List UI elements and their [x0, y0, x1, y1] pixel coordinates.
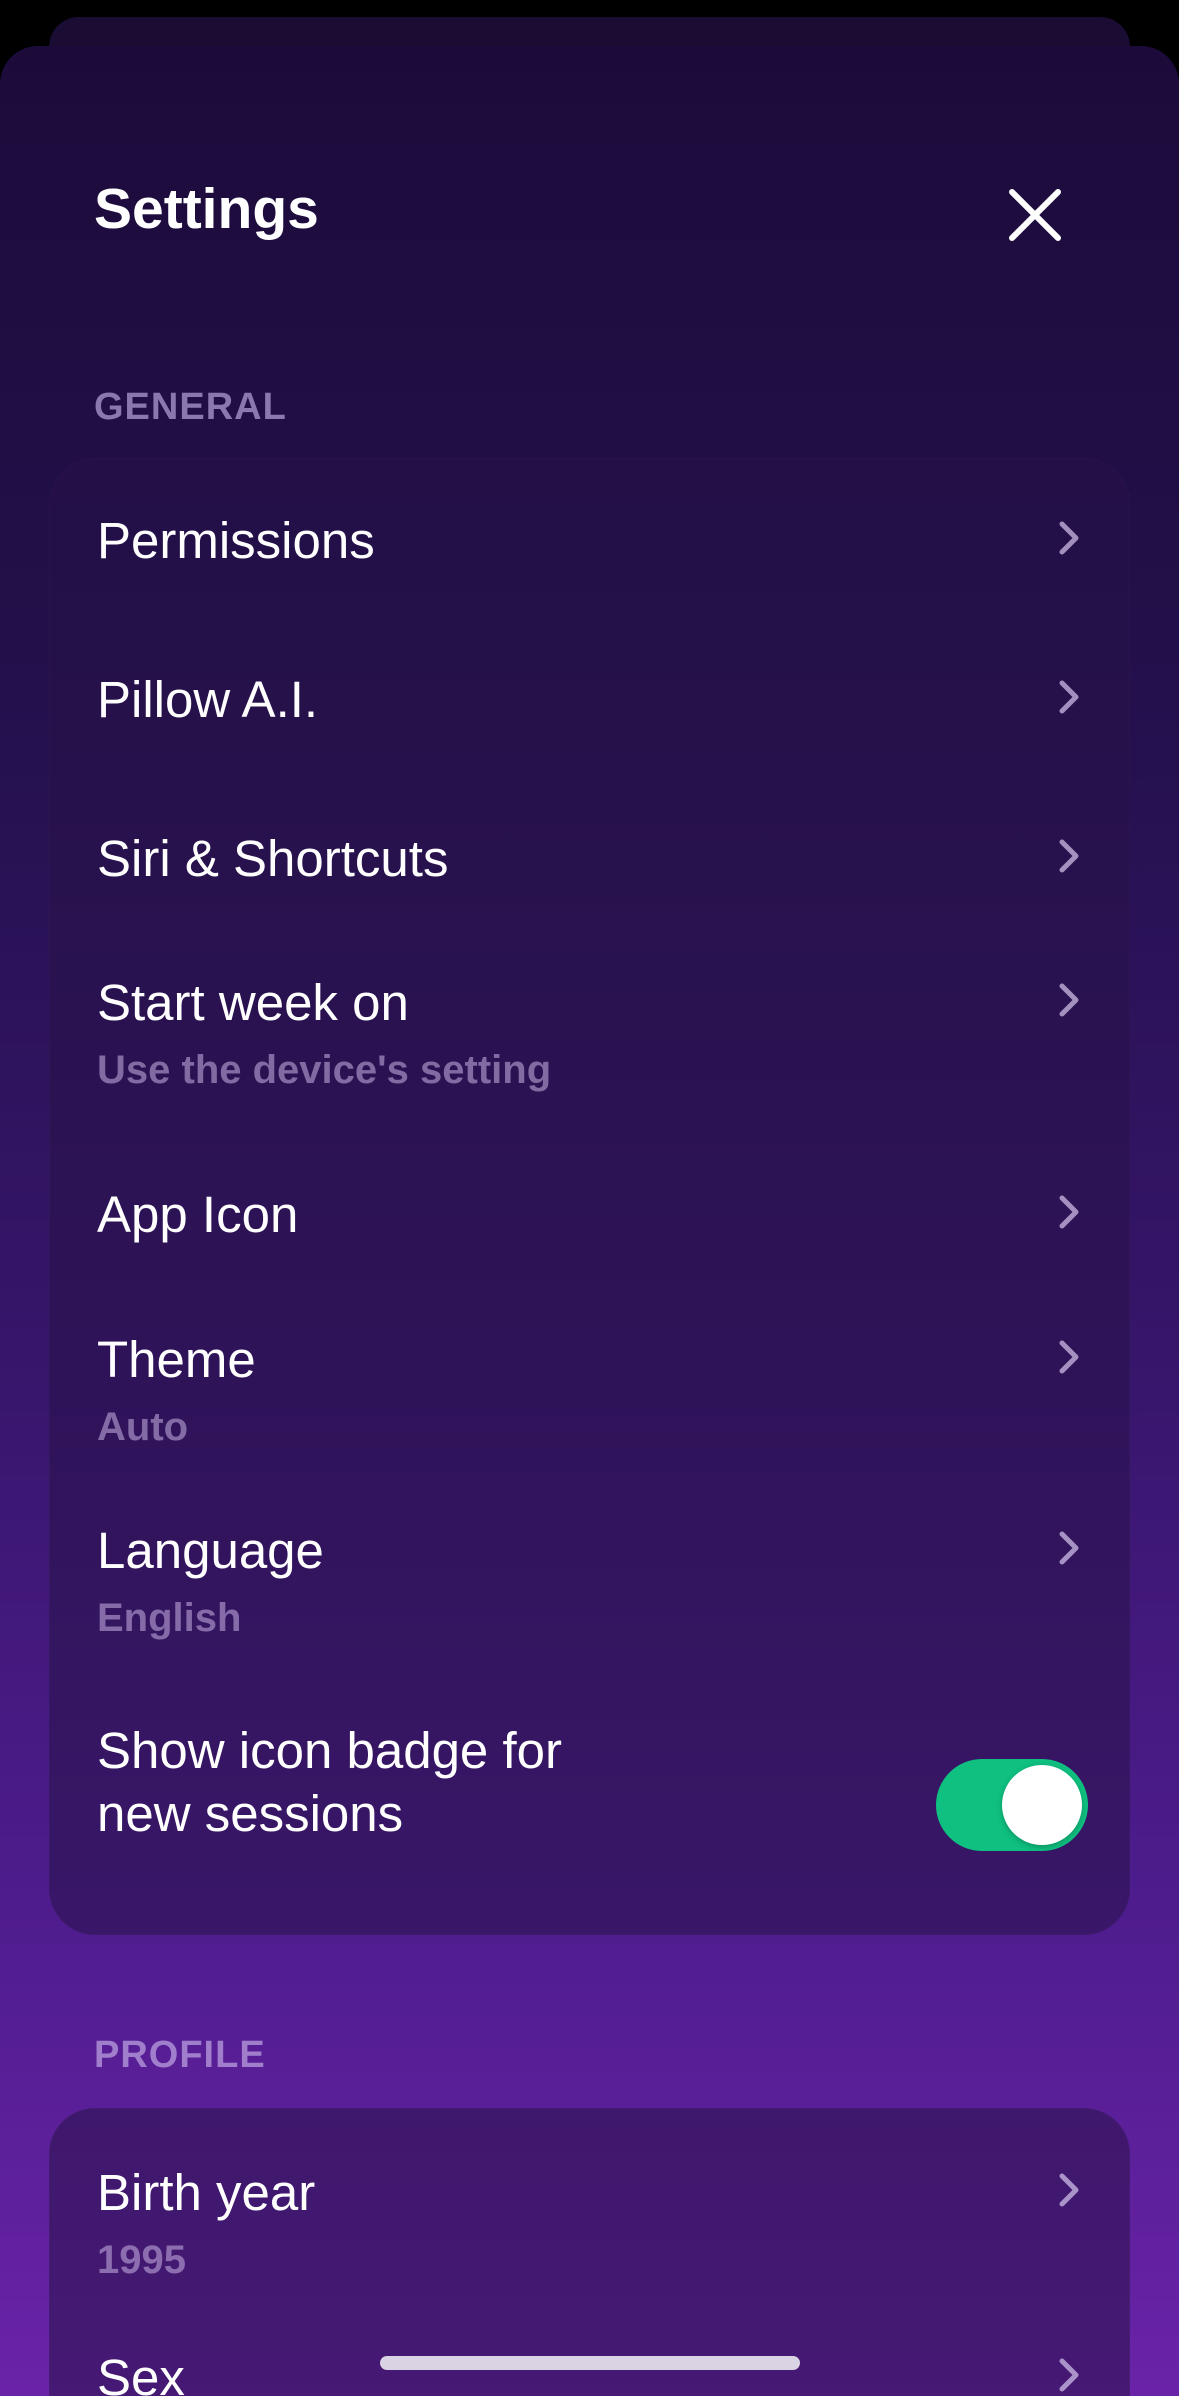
- settings-row-theme[interactable]: Theme Auto: [49, 1288, 1130, 1478]
- chevron-right-icon: [1059, 521, 1079, 555]
- row-value: Use the device's setting: [97, 1048, 552, 1092]
- row-label: Birth year: [97, 2164, 316, 2221]
- row-value: 1995: [97, 2238, 186, 2282]
- settings-row-start-week-on[interactable]: Start week on Use the device's setting: [49, 938, 1130, 1148]
- row-label: Start week on: [97, 974, 409, 1031]
- settings-row-permissions[interactable]: Permissions: [49, 458, 1130, 618]
- chevron-right-icon: [1059, 1340, 1079, 1374]
- section-label-profile: PROFILE: [94, 2034, 266, 2076]
- row-value: English: [97, 1596, 242, 1640]
- row-label: Permissions: [97, 512, 375, 569]
- settings-row-app-icon[interactable]: App Icon: [49, 1148, 1130, 1288]
- page-title: Settings: [94, 177, 319, 241]
- row-label: Language: [97, 1522, 324, 1579]
- general-card: Permissions Pillow A.I. Siri & Shortcuts…: [49, 458, 1130, 1935]
- settings-sheet: Settings GENERAL Permissions Pillow A.I.…: [0, 46, 1179, 2396]
- row-label: Sex: [97, 2349, 185, 2396]
- settings-row-birth-year[interactable]: Birth year 1995: [49, 2108, 1130, 2318]
- profile-card: Birth year 1995 Sex: [49, 2108, 1130, 2396]
- chevron-right-icon: [1059, 1531, 1079, 1565]
- close-icon: [1009, 189, 1061, 241]
- chevron-right-icon: [1059, 680, 1079, 714]
- settings-row-siri-shortcuts[interactable]: Siri & Shortcuts: [49, 778, 1130, 938]
- row-label-line2: new sessions: [97, 1785, 404, 1842]
- chevron-right-icon: [1059, 2173, 1079, 2207]
- row-label: Theme: [97, 1331, 256, 1388]
- home-indicator[interactable]: [380, 2356, 800, 2370]
- chevron-right-icon: [1059, 983, 1079, 1017]
- section-label-general: GENERAL: [94, 386, 287, 428]
- row-value: Auto: [97, 1405, 189, 1449]
- toggle-knob: [1002, 1765, 1082, 1845]
- close-button[interactable]: [1000, 180, 1070, 250]
- settings-row-pillow-ai[interactable]: Pillow A.I.: [49, 618, 1130, 778]
- settings-row-language[interactable]: Language English: [49, 1478, 1130, 1678]
- chevron-right-icon: [1059, 839, 1079, 873]
- row-label: App Icon: [97, 1186, 299, 1243]
- chevron-right-icon: [1059, 2358, 1079, 2392]
- icon-badge-toggle[interactable]: [936, 1759, 1088, 1851]
- row-label: Siri & Shortcuts: [97, 830, 449, 887]
- chevron-right-icon: [1059, 1195, 1079, 1229]
- row-label-line1: Show icon badge for: [97, 1722, 562, 1779]
- row-label: Pillow A.I.: [97, 671, 319, 728]
